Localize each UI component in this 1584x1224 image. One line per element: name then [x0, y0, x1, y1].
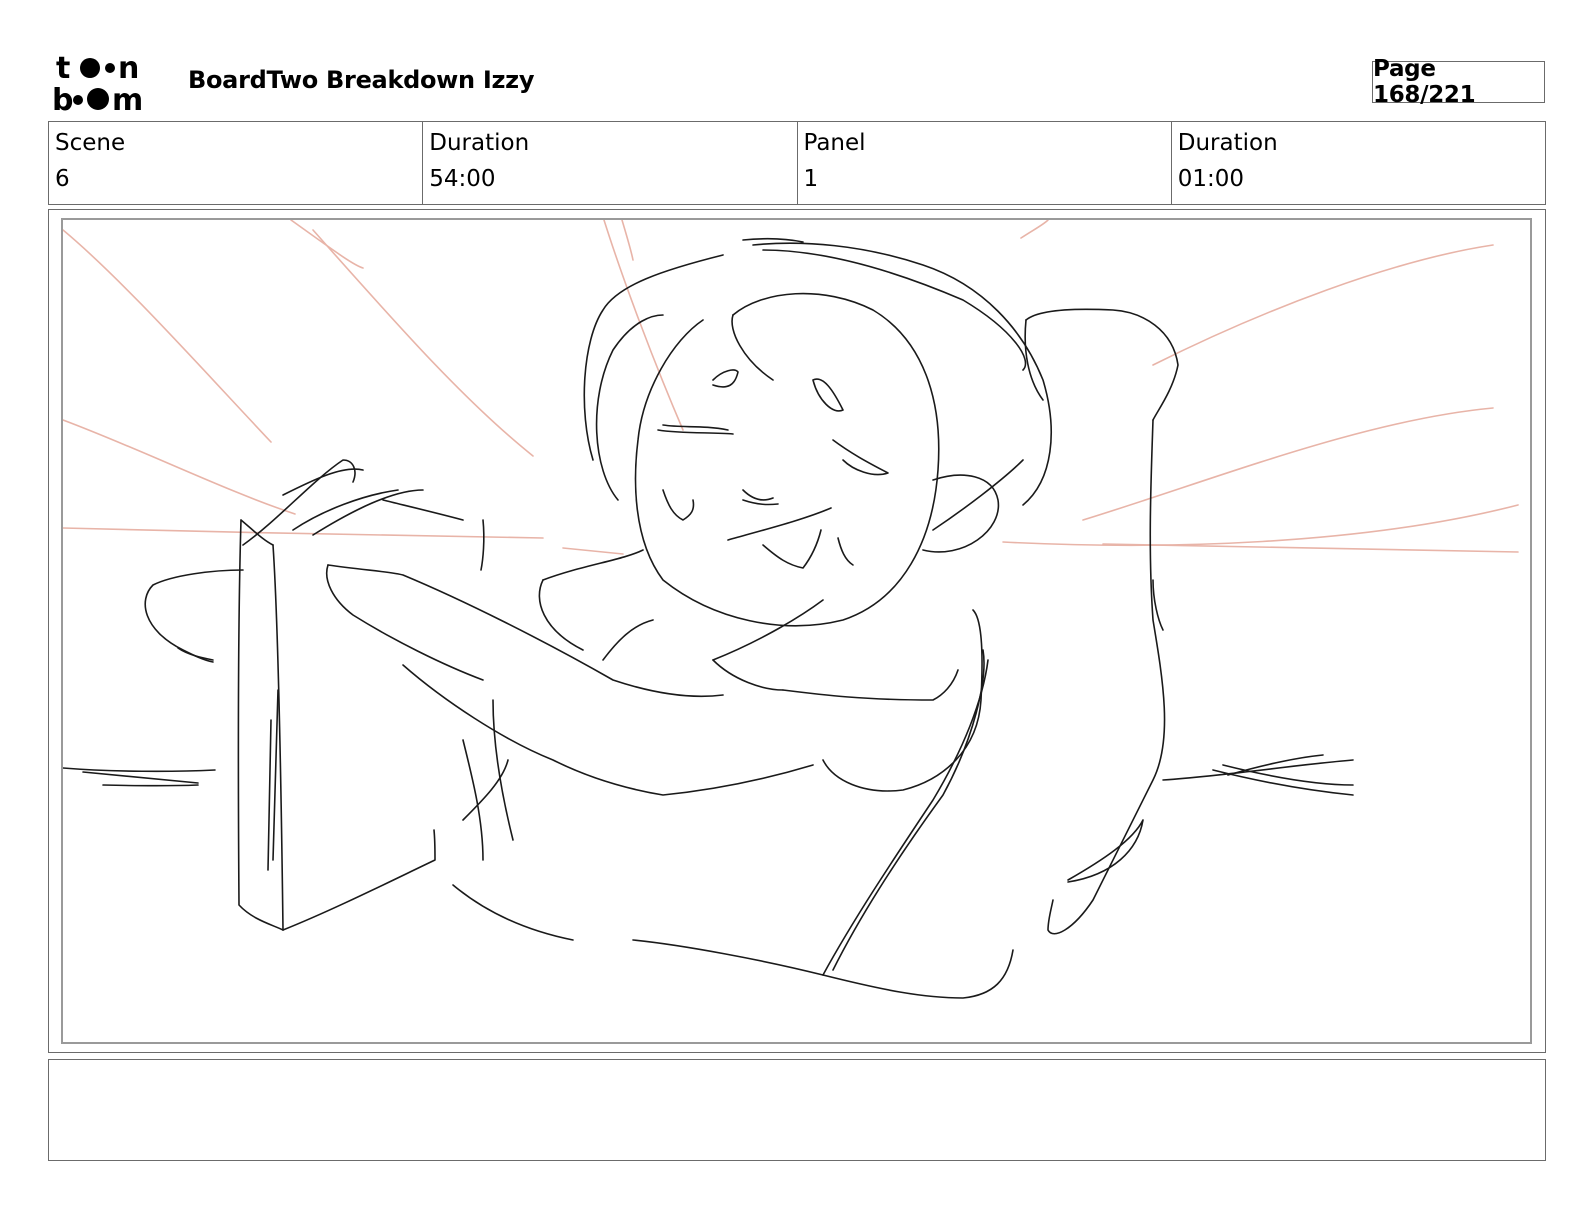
scene-duration-value: 54:00 — [429, 166, 496, 192]
panel-notes-box — [48, 1059, 1546, 1161]
panel-frame — [48, 209, 1546, 1053]
toon-boom-logo: t n b m — [52, 51, 143, 114]
svg-text:n: n — [118, 51, 139, 86]
panel-cell: Panel 1 — [798, 122, 1172, 204]
page-indicator: Page 168/221 — [1372, 56, 1545, 108]
panel-duration-label: Duration — [1177, 130, 1278, 156]
svg-text:b: b — [52, 83, 73, 114]
scene-label: Scene — [55, 130, 126, 156]
panel-info-row: Scene 6 Duration 54:00 Panel 1 Duration … — [48, 121, 1546, 205]
storyboard-sketch — [63, 220, 1519, 999]
panel-drawing-area — [61, 218, 1532, 1044]
panel-duration-value: 01:00 — [1177, 166, 1245, 192]
svg-text:m: m — [112, 83, 143, 114]
guide-lines — [63, 220, 1519, 555]
scene-cell: Scene 6 — [49, 122, 424, 204]
scene-duration-label: Duration — [429, 130, 530, 156]
panel-label: Panel — [803, 130, 866, 156]
scene-duration-cell: Duration 54:00 — [423, 122, 798, 204]
scene-value: 6 — [55, 166, 70, 192]
panel-duration-cell: Duration 01:00 — [1172, 122, 1545, 204]
panel-value: 1 — [803, 166, 819, 192]
character-sketch — [63, 237, 1354, 999]
svg-text:t: t — [56, 51, 70, 86]
board-title: BoardTwo Breakdown Izzy — [188, 66, 535, 94]
